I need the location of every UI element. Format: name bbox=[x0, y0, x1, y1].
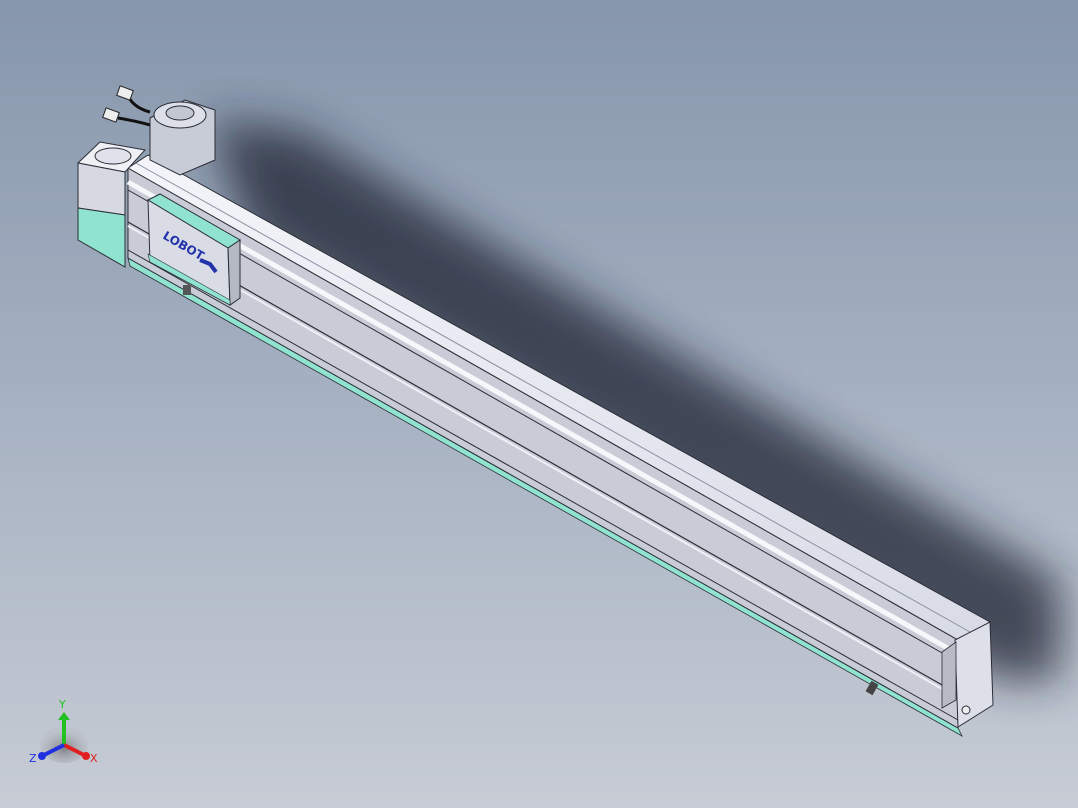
motor-block-teal bbox=[77, 207, 126, 268]
linear-module[interactable]: LOBOT bbox=[76, 85, 994, 737]
model-canvas[interactable]: LOBOT Y X Z bbox=[0, 0, 1078, 808]
y-axis-label: Y bbox=[58, 698, 66, 711]
x-axis-label: X bbox=[90, 752, 98, 765]
end-cap bbox=[954, 621, 994, 728]
cad-viewport[interactable]: LOBOT Y X Z bbox=[0, 0, 1078, 808]
z-axis-label: Z bbox=[29, 752, 37, 765]
orientation-triad[interactable]: Y X Z bbox=[29, 698, 98, 765]
rail-top-face bbox=[127, 154, 992, 641]
